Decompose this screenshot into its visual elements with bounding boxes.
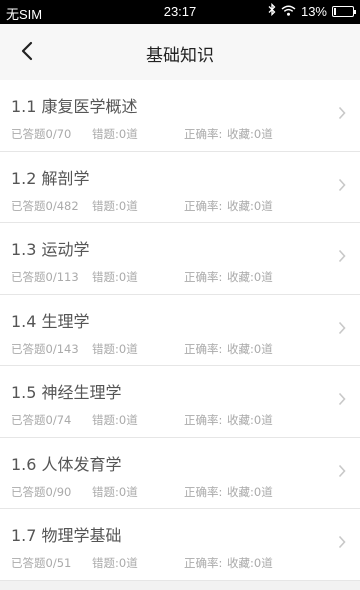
wrong-count: 错题:0道 [92, 341, 138, 356]
battery-fill [334, 7, 336, 15]
chapter-list-item[interactable]: 1.6 人体发育学 已答题0/90 错题:0道 正确率: 收藏:0道 [0, 437, 360, 509]
wrong-count: 错题:0道 [92, 127, 138, 141]
chapter-title: 1.4 生理学 [11, 311, 90, 331]
status-bar: 无SIM 23:17 13% [0, 0, 360, 24]
chevron-right-icon [338, 105, 346, 124]
wrong-count: 错题:0道 [92, 484, 138, 499]
chapter-list-item[interactable]: 1.4 生理学 已答题0/143 错题:0道 正确率: 收藏:0道 [0, 294, 360, 366]
wifi-icon [281, 4, 296, 19]
favorites-count: 收藏:0道 [227, 270, 273, 284]
page-title: 基础知识 [146, 46, 214, 66]
accuracy-rate: 正确率: [184, 484, 223, 499]
chevron-right-icon [338, 534, 346, 553]
chapter-title: 1.6 人体发育学 [11, 454, 122, 474]
favorites-count: 收藏:0道 [227, 127, 273, 141]
chapter-list-item[interactable]: 1.1 康复医学概述 已答题0/70 错题:0道 正确率: 收藏:0道 [0, 80, 360, 152]
favorites-count: 收藏:0道 [227, 341, 273, 356]
chevron-right-icon [338, 248, 346, 267]
chapter-title: 1.2 解剖学 [11, 168, 90, 188]
accuracy-rate: 正确率: [184, 270, 223, 284]
chevron-right-icon [338, 463, 346, 482]
favorites-count: 收藏:0道 [227, 413, 273, 427]
chapter-title: 1.5 神经生理学 [11, 383, 122, 402]
navigation-bar: 基础知识 [0, 24, 360, 82]
chapter-title: 1.3 运动学 [11, 240, 90, 259]
wrong-count: 错题:0道 [92, 270, 138, 284]
answered-count: 已答题0/70 [11, 127, 72, 141]
wrong-count: 错题:0道 [92, 413, 138, 427]
wrong-count: 错题:0道 [92, 556, 138, 570]
chapter-list-item[interactable]: 1.5 神经生理学 已答题0/74 错题:0道 正确率: 收藏:0道 [0, 366, 360, 438]
answered-count: 已答题0/74 [11, 413, 72, 427]
chevron-right-icon [338, 177, 346, 196]
answered-count: 已答题0/143 [11, 341, 79, 356]
chevron-right-icon [338, 391, 346, 410]
chevron-right-icon [338, 320, 346, 339]
answered-count: 已答题0/51 [11, 556, 72, 570]
wrong-count: 错题:0道 [92, 198, 138, 213]
favorites-count: 收藏:0道 [227, 198, 273, 213]
accuracy-rate: 正确率: [184, 413, 223, 427]
favorites-count: 收藏:0道 [227, 484, 273, 499]
chapter-list-item[interactable]: 1.2 解剖学 已答题0/482 错题:0道 正确率: 收藏:0道 [0, 151, 360, 223]
chapter-list: 1.1 康复医学概述 已答题0/70 错题:0道 正确率: 收藏:0道 1.2 … [0, 80, 360, 581]
accuracy-rate: 正确率: [184, 127, 223, 141]
favorites-count: 收藏:0道 [227, 556, 273, 570]
accuracy-rate: 正确率: [184, 556, 223, 570]
battery-percent: 13% [300, 3, 327, 19]
chapter-list-item[interactable]: 1.3 运动学 已答题0/113 错题:0道 正确率: 收藏:0道 [0, 223, 360, 295]
answered-count: 已答题0/482 [11, 198, 79, 213]
chapter-title: 1.7 物理学基础 [11, 526, 122, 545]
accuracy-rate: 正确率: [184, 341, 223, 356]
chapter-list-item[interactable]: 1.7 物理学基础 已答题0/51 错题:0道 正确率: 收藏:0道 [0, 509, 360, 581]
battery-icon [332, 5, 356, 17]
chapter-title: 1.1 康复医学概述 [11, 97, 138, 116]
accuracy-rate: 正确率: [184, 198, 223, 213]
status-indicators: 13% [268, 2, 356, 19]
bluetooth-icon [268, 2, 276, 19]
answered-count: 已答题0/90 [11, 484, 72, 499]
answered-count: 已答题0/113 [11, 270, 79, 284]
